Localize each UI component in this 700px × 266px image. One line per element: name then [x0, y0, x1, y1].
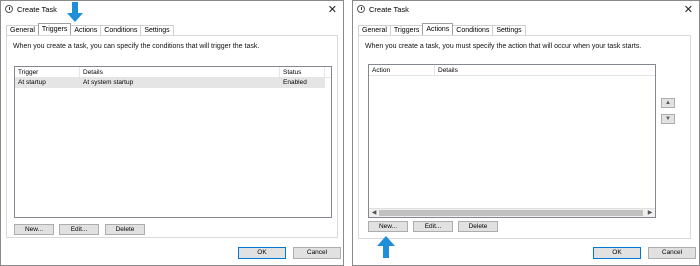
tab-strip: General Triggers Actions Conditions Sett… [6, 23, 174, 35]
close-icon[interactable]: ✕ [684, 3, 693, 16]
title-bar: Create Task ✕ [353, 1, 699, 19]
tab-general[interactable]: General [358, 25, 391, 35]
move-down-button[interactable]: ▼ [661, 114, 675, 124]
triggers-description: When you create a task, you can specify … [13, 43, 260, 50]
move-up-button[interactable]: ▲ [661, 98, 675, 108]
horizontal-scrollbar[interactable]: ◀ ▶ [369, 208, 655, 217]
tab-triggers[interactable]: Triggers [37, 23, 72, 35]
actions-description: When you create a task, you must specify… [365, 43, 642, 50]
create-task-window-right: Create Task ✕ General Triggers Actions C… [352, 0, 700, 266]
arrow-down-icon [67, 2, 83, 22]
edit-button[interactable]: Edit... [59, 224, 99, 235]
actions-list[interactable]: Action Details ◀ ▶ [368, 64, 656, 218]
status-cell: Enabled [283, 79, 307, 86]
tab-actions[interactable]: Actions [422, 23, 454, 35]
tab-actions[interactable]: Actions [70, 25, 102, 35]
edit-button[interactable]: Edit... [413, 221, 453, 232]
triggers-list[interactable]: Trigger Details Status At startup At sys… [14, 66, 332, 218]
ok-button[interactable]: OK [593, 247, 641, 259]
scroll-thumb[interactable] [379, 210, 643, 216]
arrow-up-icon [377, 236, 395, 258]
tab-general[interactable]: General [6, 25, 39, 35]
tab-strip: General Triggers Actions Conditions Sett… [358, 23, 526, 35]
column-header-trigger[interactable]: Trigger [15, 67, 80, 78]
scroll-left-icon[interactable]: ◀ [370, 210, 378, 217]
tab-settings[interactable]: Settings [140, 25, 174, 35]
cancel-button[interactable]: Cancel [648, 247, 696, 259]
delete-button[interactable]: Delete [105, 224, 145, 235]
window-title: Create Task [17, 5, 57, 14]
actions-panel: When you create a task, you must specify… [358, 35, 691, 239]
column-header-details[interactable]: Details [80, 67, 280, 78]
column-header-details[interactable]: Details [435, 65, 655, 76]
new-button[interactable]: New... [368, 221, 408, 232]
new-button[interactable]: New... [14, 224, 54, 235]
close-icon[interactable]: ✕ [328, 3, 337, 16]
tab-settings[interactable]: Settings [492, 25, 526, 35]
list-item[interactable]: At startup At system startup Enabled [15, 78, 325, 88]
scroll-right-icon[interactable]: ▶ [646, 210, 654, 217]
list-header: Action Details [369, 65, 655, 76]
delete-button[interactable]: Delete [458, 221, 498, 232]
tab-conditions[interactable]: Conditions [452, 25, 494, 35]
details-cell: At system startup [83, 79, 134, 86]
ok-button[interactable]: OK [238, 247, 286, 259]
column-header-action[interactable]: Action [369, 65, 435, 76]
trigger-cell: At startup [18, 79, 46, 86]
column-header-status[interactable]: Status [280, 67, 325, 78]
clock-icon [5, 5, 13, 13]
tab-conditions[interactable]: Conditions [100, 25, 142, 35]
clock-icon [357, 5, 365, 13]
title-bar: Create Task ✕ [1, 1, 343, 19]
tab-triggers[interactable]: Triggers [389, 25, 424, 35]
cancel-button[interactable]: Cancel [293, 247, 341, 259]
list-header: Trigger Details Status [15, 67, 331, 78]
create-task-window-left: Create Task ✕ General Triggers Actions C… [0, 0, 344, 266]
window-title: Create Task [369, 5, 409, 14]
triggers-panel: When you create a task, you can specify … [6, 35, 338, 238]
